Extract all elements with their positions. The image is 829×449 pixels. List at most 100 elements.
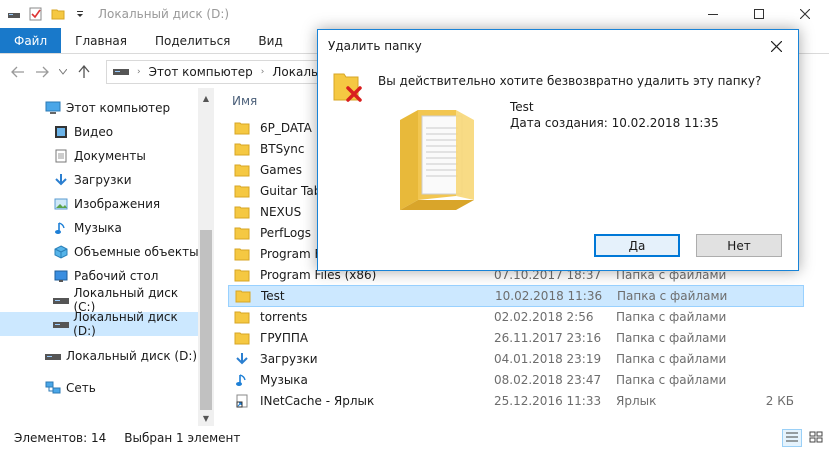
sidebar-item-desktop[interactable]: Рабочий стол xyxy=(0,264,200,288)
delete-folder-dialog: Удалить папку Вы действительно хотите бе… xyxy=(317,29,799,271)
scrollbar-thumb[interactable] xyxy=(200,230,212,410)
sidebar-item-this-pc[interactable]: Этот компьютер xyxy=(0,96,200,120)
no-button[interactable]: Нет xyxy=(696,234,782,257)
close-window-button[interactable] xyxy=(782,0,828,28)
dialog-question: Вы действительно хотите безвозвратно уда… xyxy=(378,74,762,88)
minimize-button[interactable] xyxy=(690,0,736,28)
customize-toolbar-icon[interactable] xyxy=(72,6,88,22)
folder-icon xyxy=(234,183,250,199)
file-row[interactable]: Музыка 08.02.2018 23:47 Папка с файлами xyxy=(228,369,804,391)
file-name: Музыка xyxy=(260,373,308,387)
navigation-pane: Этот компьютер Видео Документы Загрузки … xyxy=(0,88,214,426)
file-date: 25.12.2016 11:33 xyxy=(494,394,602,408)
column-header-name[interactable]: Имя xyxy=(232,94,257,108)
forward-button[interactable] xyxy=(30,60,54,84)
scroll-up-icon[interactable]: ▲ xyxy=(198,90,214,106)
status-bar: Элементов: 14 Выбран 1 элемент xyxy=(0,426,829,449)
folder-icon xyxy=(234,120,250,136)
file-row[interactable]: ГРУППА 26.11.2017 23:16 Папка с файлами xyxy=(228,327,804,349)
breadcrumb-separator-icon: › xyxy=(137,67,141,77)
recent-locations-button[interactable] xyxy=(54,60,72,84)
music-icon xyxy=(234,372,250,388)
sidebar-item-pictures[interactable]: Изображения xyxy=(0,192,200,216)
details-view-button[interactable] xyxy=(782,429,802,447)
3d-objects-icon xyxy=(52,243,70,261)
sidebar-item-drive-c[interactable]: Локальный диск (C:) xyxy=(0,286,200,314)
sidebar-item-drive-d-root[interactable]: Локальный диск (D:) xyxy=(0,344,200,368)
folder-icon xyxy=(235,288,251,304)
yes-button[interactable]: Да xyxy=(594,234,680,257)
sidebar-item-label: Локальный диск (D:) xyxy=(73,310,178,338)
file-name: torrents xyxy=(260,310,308,324)
details-view-icon xyxy=(785,431,799,446)
creation-date-row: Дата создания: 10.02.2018 11:35 xyxy=(510,116,719,130)
drive-icon xyxy=(52,315,69,333)
file-type: Папка с файлами xyxy=(616,352,727,366)
creation-date-label: Дата создания: xyxy=(510,116,608,130)
up-button[interactable] xyxy=(72,60,96,84)
item-count: Элементов: 14 xyxy=(14,430,107,445)
selection-count: Выбран 1 элемент xyxy=(124,430,241,445)
dialog-title: Удалить папку xyxy=(328,39,422,53)
sidebar-item-label: Документы xyxy=(74,149,146,163)
tab-home[interactable]: Главная xyxy=(61,28,141,53)
file-name: Загрузки xyxy=(260,352,318,366)
file-type: Папка с файлами xyxy=(616,331,727,345)
network-icon xyxy=(44,379,62,397)
new-folder-icon[interactable] xyxy=(50,6,66,22)
large-icons-view-icon xyxy=(809,431,823,446)
file-row[interactable]: Test 10.02.2018 11:36 Папка с файлами xyxy=(228,285,804,307)
downloads-icon xyxy=(234,351,250,367)
folder-icon xyxy=(234,309,250,325)
sidebar-item-network[interactable]: Сеть xyxy=(0,376,200,400)
folder-icon xyxy=(234,141,250,157)
back-button[interactable] xyxy=(6,60,30,84)
drive-icon xyxy=(52,291,69,309)
tab-file[interactable]: Файл xyxy=(0,28,62,53)
breadcrumb-this-pc[interactable]: Этот компьютер xyxy=(149,65,253,79)
yes-button-label-rest: а xyxy=(638,238,646,253)
file-row[interactable]: INetCache - Ярлык 25.12.2016 11:33 Ярлык 2 … xyxy=(228,390,804,412)
file-date: 10.02.2018 11:36 xyxy=(495,289,603,303)
delete-folder-icon xyxy=(332,70,364,106)
window-menu-icon[interactable] xyxy=(6,6,22,22)
sidebar-item-music[interactable]: Музыка xyxy=(0,216,200,240)
sidebar-item-label: Музыка xyxy=(74,221,122,235)
sidebar-item-video[interactable]: Видео xyxy=(0,120,200,144)
tab-share[interactable]: Поделиться xyxy=(141,28,244,53)
file-date: 26.11.2017 23:16 xyxy=(494,331,602,345)
sidebar-item-label: Объемные объекты xyxy=(74,245,199,259)
sidebar-item-label: Загрузки xyxy=(74,173,132,187)
sidebar-scrollbar[interactable]: ▲ ▼ xyxy=(198,88,214,426)
sidebar-item-label: Этот компьютер xyxy=(66,101,171,115)
maximize-button[interactable] xyxy=(736,0,782,28)
file-row[interactable]: torrents 02.02.2018 2:56 Папка с файлами xyxy=(228,306,804,328)
sidebar-item-3d-objects[interactable]: Объемные объекты xyxy=(0,240,200,264)
computer-icon xyxy=(44,99,62,117)
file-row[interactable]: Загрузки 04.01.2018 23:19 Папка с файлами xyxy=(228,348,804,370)
file-date: 04.01.2018 23:19 xyxy=(494,352,602,366)
sidebar-item-label: Видео xyxy=(74,125,114,139)
folder-icon xyxy=(234,204,250,220)
dialog-close-button[interactable] xyxy=(754,30,798,62)
sidebar-item-downloads[interactable]: Загрузки xyxy=(0,168,200,192)
drive-icon xyxy=(44,347,62,365)
sidebar-item-label: Изображения xyxy=(74,197,161,211)
sidebar-item-label: Сеть xyxy=(66,381,96,395)
tab-view[interactable]: Вид xyxy=(244,28,296,53)
sidebar-item-drive-d[interactable]: Локальный диск (D:) xyxy=(0,310,198,338)
sidebar-item-documents[interactable]: Документы xyxy=(0,144,200,168)
large-icons-view-button[interactable] xyxy=(806,429,826,447)
desktop-icon xyxy=(52,267,70,285)
dialog-title-bar: Удалить папку xyxy=(318,30,798,62)
folder-icon xyxy=(234,246,250,262)
creation-date-value: 10.02.2018 11:35 xyxy=(611,116,719,130)
folder-icon xyxy=(234,162,250,178)
window-title: Локальный диск (D:) xyxy=(98,7,230,21)
folder-name: Test xyxy=(510,100,534,114)
breadcrumb-separator-icon: › xyxy=(260,67,265,77)
scroll-down-icon[interactable]: ▼ xyxy=(198,410,214,426)
properties-icon[interactable] xyxy=(28,6,44,22)
yes-button-accelerator: Д xyxy=(628,238,638,253)
documents-icon xyxy=(52,147,70,165)
